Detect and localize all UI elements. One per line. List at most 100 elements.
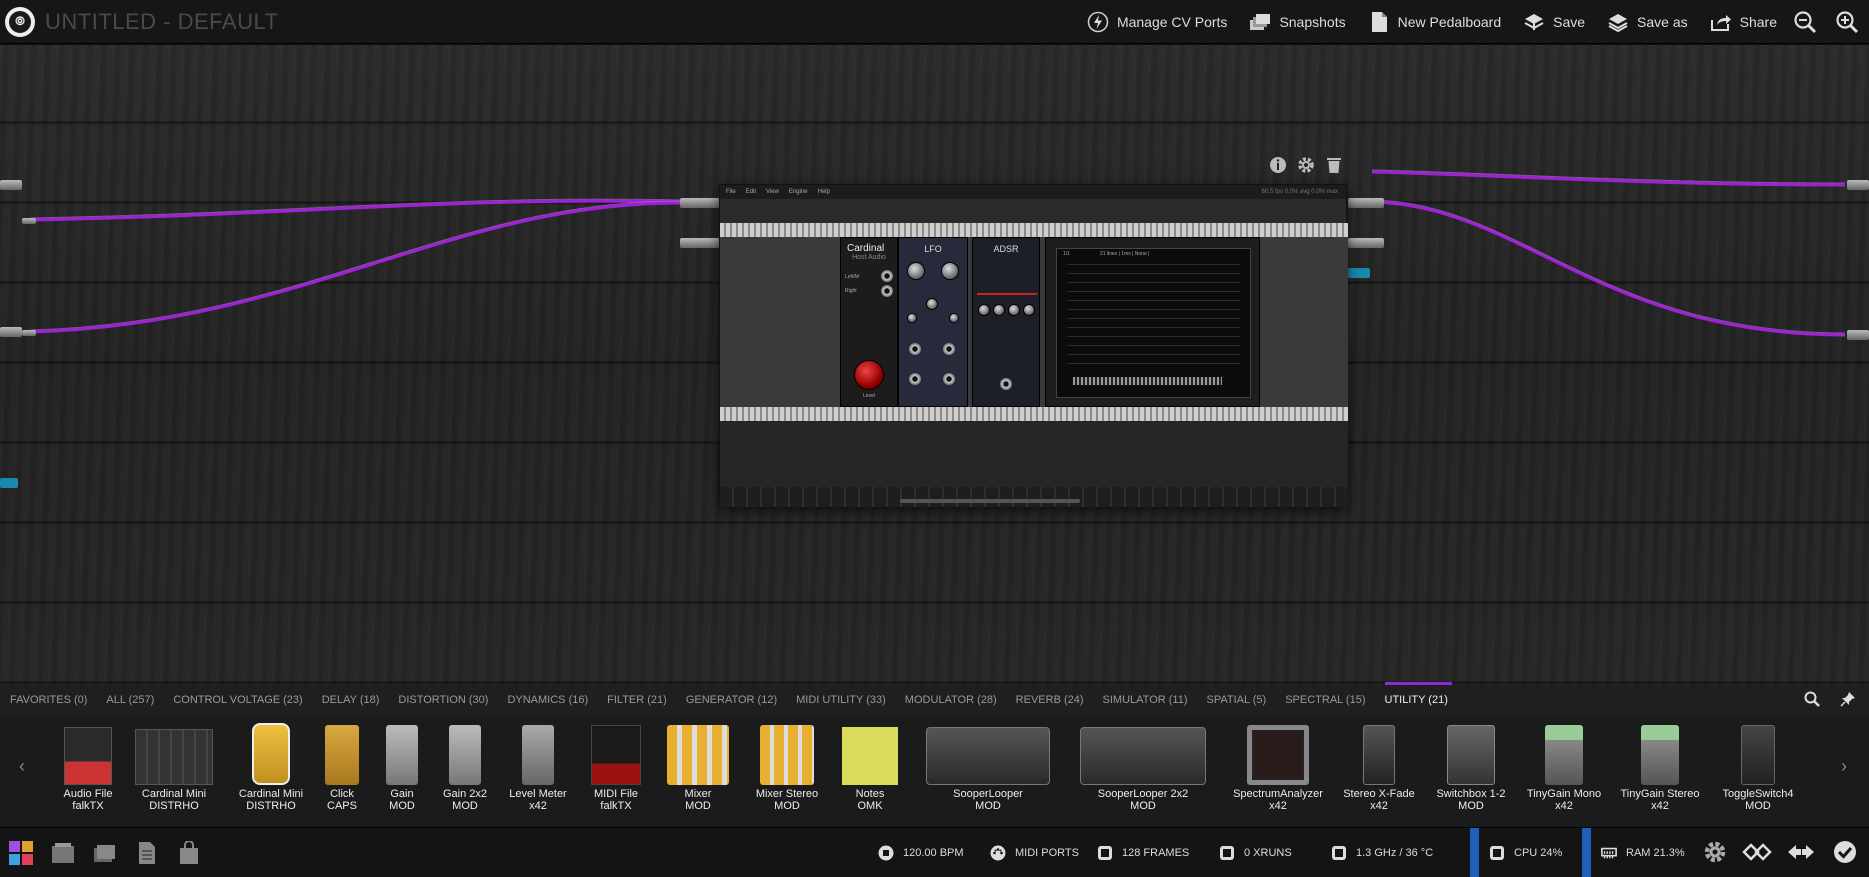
plugin-stereo-x-fade[interactable]: Stereo X-Fade x42: [1342, 723, 1416, 812]
plugin-audio-out-1-port[interactable]: [1348, 198, 1384, 208]
menu-edit[interactable]: Edit: [746, 189, 756, 195]
system-midi-in-port[interactable]: [0, 478, 18, 488]
gear-icon[interactable]: [1296, 155, 1316, 175]
plugin-audio-in-2-port[interactable]: [680, 238, 720, 248]
menu-engine[interactable]: Engine: [789, 189, 808, 195]
plugin-notes[interactable]: Notes OMK: [842, 723, 898, 812]
cpu-freq-button[interactable]: 1.3 GHz / 36 °C: [1331, 828, 1433, 877]
plugin-gain[interactable]: Gain MOD: [382, 723, 422, 812]
host-audio-port[interactable]: [881, 285, 893, 297]
bpm-button[interactable]: 120.00 BPM: [878, 828, 964, 877]
lfo-port[interactable]: [943, 343, 955, 355]
plugin-click[interactable]: Click CAPS: [322, 723, 362, 812]
status-ok-button[interactable]: [1833, 828, 1857, 877]
lfo-knob[interactable]: [949, 313, 959, 323]
lfo-port[interactable]: [909, 343, 921, 355]
plugin-gain-2x2[interactable]: Gain 2x2 MOD: [440, 723, 490, 812]
menu-view[interactable]: View: [766, 189, 779, 195]
plugin-audio-in-1-port[interactable]: [680, 198, 720, 208]
level-knob[interactable]: [854, 360, 884, 390]
scroll-left-icon[interactable]: ‹: [12, 751, 32, 781]
snapshots-button[interactable]: Snapshots: [1249, 11, 1346, 33]
adsr-module[interactable]: ADSR: [972, 237, 1040, 407]
host-audio-module[interactable]: Cardinal Host Audio Left/M Right Level: [840, 237, 898, 407]
ram-usage-button[interactable]: RAM 21.3%: [1582, 828, 1685, 877]
cable-out-right[interactable]: [1371, 200, 1846, 337]
save-as-button[interactable]: Save as: [1607, 11, 1688, 33]
trash-icon[interactable]: [1324, 155, 1344, 175]
host-audio-port[interactable]: [881, 270, 893, 282]
plugin-midi-out-port[interactable]: [1348, 268, 1370, 278]
tab-spectral[interactable]: SPECTRAL (15): [1285, 694, 1365, 706]
zoom-in-icon[interactable]: [1833, 8, 1861, 36]
buffer-size-button[interactable]: 128 FRAMES: [1097, 828, 1189, 877]
new-pedalboard-button[interactable]: New Pedalboard: [1368, 11, 1501, 33]
lfo-port[interactable]: [909, 373, 921, 385]
file-manager-icon[interactable]: [132, 838, 162, 868]
mod-logo-icon[interactable]: ⦾: [5, 6, 35, 37]
plugin-tinygain-mono[interactable]: TinyGain Mono x42: [1526, 723, 1602, 812]
adsr-knob[interactable]: [1008, 304, 1020, 316]
pedalboard-builder-icon[interactable]: [6, 838, 36, 868]
sequencer-module[interactable]: 1/1 21 lines | 1ms | None |: [1045, 237, 1260, 407]
midi-learn-button[interactable]: [1787, 828, 1815, 877]
cloud-sync-button[interactable]: [1742, 828, 1772, 877]
manage-cv-ports-button[interactable]: Manage CV Ports: [1087, 11, 1227, 33]
plugin-store-icon[interactable]: [174, 838, 204, 868]
plugin-toggleswitch4[interactable]: ToggleSwitch4 MOD: [1718, 723, 1798, 812]
adsr-port[interactable]: [1000, 378, 1012, 390]
zoom-out-icon[interactable]: [1791, 8, 1819, 36]
plugin-tinygain-stereo[interactable]: TinyGain Stereo x42: [1620, 723, 1700, 812]
tab-all[interactable]: ALL (257): [106, 694, 154, 706]
system-playback-2-port[interactable]: [1847, 330, 1869, 340]
plugin-cardinal-mini[interactable]: Cardinal Mini DISTRHO: [134, 723, 214, 812]
cpu-usage-button[interactable]: CPU 24%: [1470, 828, 1562, 877]
plugin-mixer-stereo[interactable]: Mixer Stereo MOD: [750, 723, 824, 812]
tab-midi-utility[interactable]: MIDI UTILITY (33): [796, 694, 886, 706]
plugin-scrollbar[interactable]: [900, 499, 1080, 503]
system-capture-2-port[interactable]: [0, 327, 22, 337]
save-button[interactable]: Save: [1523, 11, 1585, 33]
plugin-sooperlooper[interactable]: SooperLooper MOD: [925, 723, 1051, 812]
midi-ports-button[interactable]: MIDI PORTS: [990, 828, 1079, 877]
info-icon[interactable]: [1268, 155, 1288, 175]
sequencer-screen[interactable]: 1/1 21 lines | 1ms | None |: [1056, 248, 1251, 398]
lfo-knob[interactable]: [941, 262, 959, 280]
banks-icon[interactable]: [90, 838, 120, 868]
tab-modulator[interactable]: MODULATOR (28): [905, 694, 997, 706]
lfo-knob[interactable]: [907, 313, 917, 323]
share-button[interactable]: Share: [1710, 11, 1777, 33]
tab-spatial[interactable]: SPATIAL (5): [1207, 694, 1267, 706]
tab-distortion[interactable]: DISTORTION (30): [398, 694, 488, 706]
tab-favorites[interactable]: FAVORITES (0): [10, 694, 87, 706]
pin-icon[interactable]: [1839, 690, 1857, 708]
tab-generator[interactable]: GENERATOR (12): [686, 694, 777, 706]
plugin-audio-file[interactable]: Audio File falkTX: [58, 723, 118, 812]
lfo-knob[interactable]: [907, 262, 925, 280]
system-capture-1-port[interactable]: [0, 180, 22, 190]
lfo-module[interactable]: LFO: [898, 237, 968, 407]
plugin-level-meter[interactable]: Level Meter x42: [508, 723, 568, 812]
cardinal-plugin-window[interactable]: File Edit View Engine Help 60.5 fps 0.0%…: [719, 184, 1348, 507]
adsr-knob[interactable]: [1023, 304, 1035, 316]
lfo-port[interactable]: [943, 373, 955, 385]
bank-library-icon[interactable]: [48, 838, 78, 868]
scroll-right-icon[interactable]: ›: [1834, 751, 1854, 781]
tab-control-voltage[interactable]: CONTROL VOLTAGE (23): [173, 694, 302, 706]
lfo-knob[interactable]: [926, 298, 938, 310]
xruns-button[interactable]: 0 XRUNS: [1219, 828, 1292, 877]
search-icon[interactable]: [1803, 690, 1821, 708]
plugin-midi-file[interactable]: MIDI File falkTX: [588, 723, 644, 812]
menu-help[interactable]: Help: [818, 189, 830, 195]
pedalboard-canvas[interactable]: File Edit View Engine Help 60.5 fps 0.0%…: [0, 45, 1869, 685]
settings-button[interactable]: [1703, 828, 1727, 877]
tab-delay[interactable]: DELAY (18): [322, 694, 380, 706]
adsr-knob[interactable]: [978, 304, 990, 316]
plugin-cardinal-mini-alt[interactable]: Cardinal Mini DISTRHO: [238, 723, 304, 812]
menu-file[interactable]: File: [726, 189, 736, 195]
tab-simulator[interactable]: SIMULATOR (11): [1103, 694, 1188, 706]
adsr-knob[interactable]: [993, 304, 1005, 316]
system-playback-1-port[interactable]: [1847, 180, 1869, 190]
tab-filter[interactable]: FILTER (21): [607, 694, 667, 706]
plugin-sooperlooper-2x2[interactable]: SooperLooper 2x2 MOD: [1078, 723, 1208, 812]
